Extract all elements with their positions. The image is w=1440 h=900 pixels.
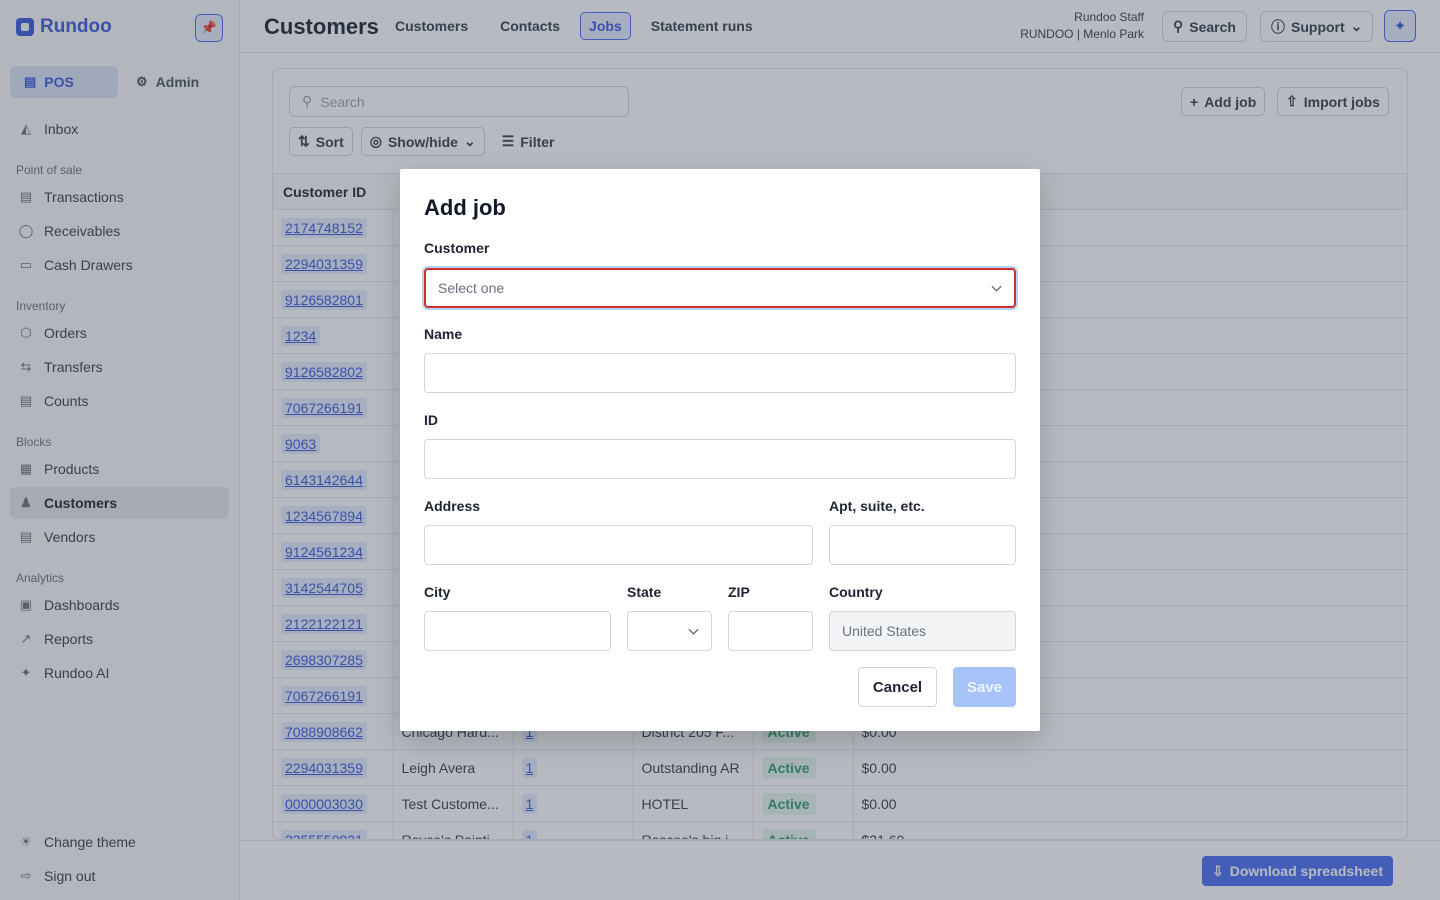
name-input[interactable] bbox=[424, 353, 1016, 393]
state-select[interactable] bbox=[627, 611, 712, 651]
zip-label: ZIP bbox=[728, 584, 750, 600]
chevron-down-icon bbox=[688, 624, 699, 635]
id-input[interactable] bbox=[424, 439, 1016, 479]
address-label: Address bbox=[424, 498, 481, 514]
state-label: State bbox=[627, 584, 662, 600]
name-label: Name bbox=[424, 326, 463, 342]
zip-input[interactable] bbox=[728, 611, 813, 651]
country-input: United States bbox=[829, 611, 1016, 651]
customer-label: Customer bbox=[424, 240, 490, 256]
id-label: ID bbox=[424, 412, 438, 428]
modal-title: Add job bbox=[424, 195, 506, 220]
apt-input[interactable] bbox=[829, 525, 1016, 565]
country-label: Country bbox=[829, 584, 883, 600]
save-button[interactable]: Save bbox=[953, 667, 1016, 707]
cancel-button[interactable]: Cancel bbox=[858, 667, 937, 707]
address-input[interactable] bbox=[424, 525, 813, 565]
chevron-down-icon bbox=[991, 281, 1002, 292]
apt-label: Apt, suite, etc. bbox=[829, 498, 925, 514]
city-label: City bbox=[424, 584, 451, 600]
add-job-modal: Add job Customer Select one Name ID Addr… bbox=[400, 169, 1040, 731]
customer-select-value: Select one bbox=[438, 280, 505, 296]
customer-select[interactable]: Select one bbox=[424, 268, 1016, 308]
country-value: United States bbox=[842, 623, 927, 639]
city-input[interactable] bbox=[424, 611, 611, 651]
